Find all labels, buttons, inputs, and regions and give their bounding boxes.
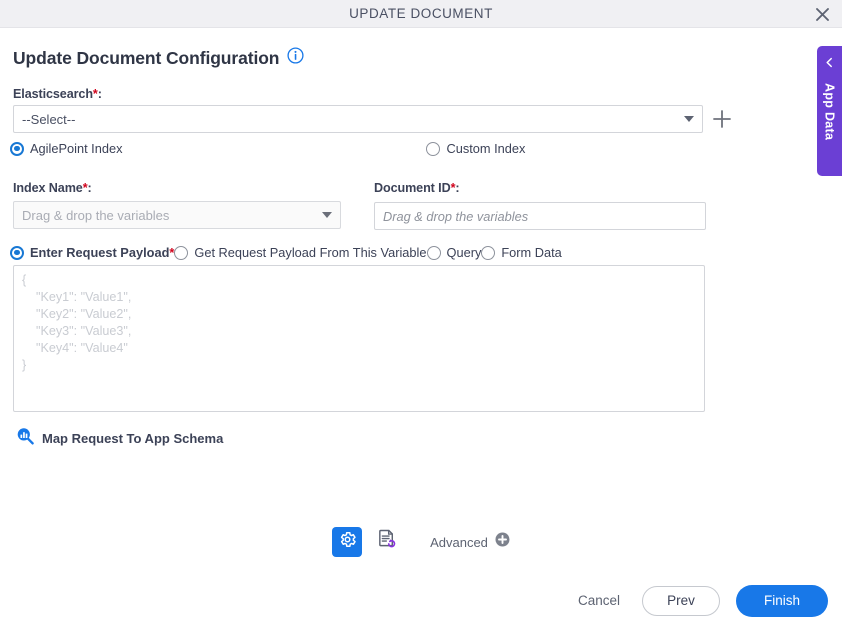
advanced-button[interactable]: Advanced — [430, 532, 510, 552]
radio-custom-index-mark — [426, 141, 441, 156]
finish-button[interactable]: Finish — [736, 584, 828, 617]
elasticsearch-selected-value: --Select-- — [22, 111, 76, 127]
map-schema-search-icon — [16, 427, 34, 450]
radio-form-data-mark — [481, 245, 496, 260]
elasticsearch-select[interactable]: --Select-- — [13, 105, 703, 133]
index-type-radio-group: AgilePoint Index Custom Index — [10, 141, 710, 156]
index-name-select[interactable]: Drag & drop the variables — [13, 201, 341, 229]
radio-custom-index[interactable]: Custom Index — [426, 141, 525, 156]
radio-query[interactable]: Query — [426, 245, 482, 260]
info-icon[interactable] — [287, 47, 304, 69]
radio-enter-request-payload-mark — [10, 245, 24, 260]
document-refresh-button[interactable] — [372, 527, 402, 557]
index-name-label-colon: : — [87, 181, 92, 195]
page-title-row: Update Document Configuration — [13, 47, 304, 69]
dialog-footer: Cancel Prev Finish — [0, 577, 842, 624]
radio-query-mark — [426, 245, 441, 260]
radio-get-request-payload-from-variable-mark — [174, 245, 189, 260]
elasticsearch-label: Elasticsearch*: — [13, 87, 102, 101]
document-id-label-colon: : — [455, 181, 460, 195]
radio-custom-index-label: Custom Index — [446, 141, 526, 156]
gear-icon — [338, 530, 357, 554]
elasticsearch-label-colon: : — [97, 87, 102, 101]
close-icon[interactable] — [810, 3, 834, 25]
radio-form-data-label: Form Data — [501, 245, 562, 260]
plus-circle-icon — [495, 532, 510, 552]
index-name-label-text: Index Name — [13, 181, 83, 195]
index-name-label: Index Name*: — [13, 181, 92, 195]
request-payload-textarea[interactable] — [13, 265, 705, 412]
index-name-placeholder: Drag & drop the variables — [22, 207, 170, 223]
cancel-button[interactable]: Cancel — [572, 589, 626, 612]
map-request-to-app-schema-label: Map Request To App Schema — [42, 431, 224, 446]
radio-query-label: Query — [446, 245, 482, 260]
chevron-down-icon — [684, 116, 694, 122]
settings-button[interactable] — [332, 527, 363, 557]
app-data-tab[interactable]: App Data — [817, 46, 842, 176]
radio-enter-request-payload-label: Enter Request Payload — [30, 245, 170, 260]
page-title: Update Document Configuration — [13, 47, 280, 68]
app-data-tab-label: App Data — [822, 83, 837, 141]
radio-agilepoint-index-mark — [10, 141, 24, 156]
action-toolbar: Advanced — [0, 514, 842, 570]
document-refresh-icon — [376, 528, 399, 556]
radio-get-request-payload-from-variable[interactable]: Get Request Payload From This Variable — [174, 245, 427, 260]
document-id-input[interactable] — [374, 202, 706, 230]
prev-button[interactable]: Prev — [642, 585, 720, 616]
dialog-content: Update Document Configuration Elasticsea… — [0, 29, 842, 617]
radio-agilepoint-index-label: AgilePoint Index — [30, 141, 123, 156]
radio-enter-request-payload[interactable]: Enter Request Payload* — [10, 245, 174, 260]
document-id-label: Document ID*: — [374, 181, 460, 195]
add-elasticsearch-button[interactable] — [711, 108, 733, 130]
radio-agilepoint-index[interactable]: AgilePoint Index — [10, 141, 122, 156]
radio-get-request-payload-from-variable-label: Get Request Payload From This Variable — [194, 245, 427, 260]
chevron-down-icon — [322, 212, 332, 218]
radio-form-data[interactable]: Form Data — [481, 245, 562, 260]
document-id-label-text: Document ID — [374, 181, 451, 195]
map-request-to-app-schema-link[interactable]: Map Request To App Schema — [16, 427, 223, 450]
payload-type-radio-group: Enter Request Payload* Get Request Paylo… — [10, 245, 730, 260]
window-titlebar: UPDATE DOCUMENT — [0, 0, 842, 28]
window-title: UPDATE DOCUMENT — [349, 6, 493, 21]
elasticsearch-label-text: Elasticsearch — [13, 87, 93, 101]
chevron-left-icon — [824, 55, 835, 73]
advanced-label: Advanced — [430, 534, 488, 550]
